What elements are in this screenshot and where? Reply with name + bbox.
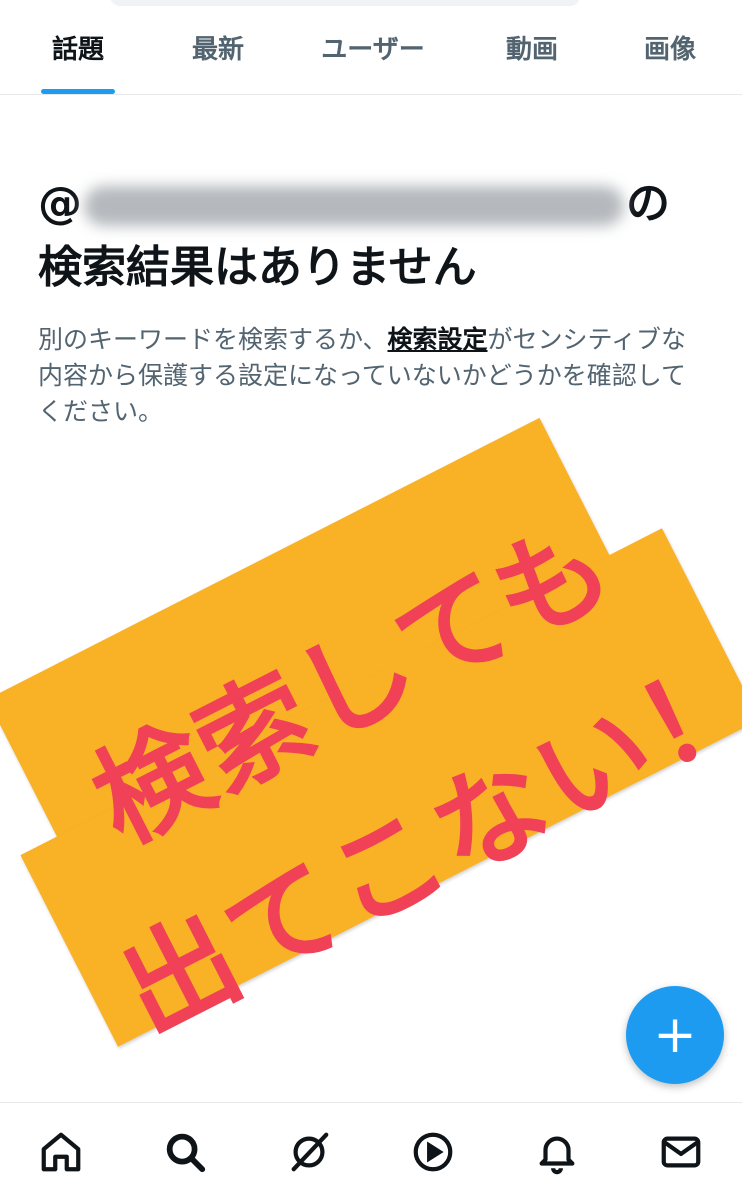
video-play-icon	[413, 1132, 453, 1171]
nav-notifications[interactable]	[520, 1115, 594, 1189]
nav-video[interactable]	[396, 1115, 470, 1189]
mail-icon	[661, 1135, 701, 1168]
tab-label: 動画	[505, 34, 558, 65]
spaces-icon	[291, 1132, 329, 1171]
screen: 話題 最新 ユーザー 動画 画像 @ の 検索結果はありません 別のキーワードを検…	[0, 0, 742, 1200]
search-settings-link[interactable]: 検索設定	[388, 325, 488, 354]
plus-icon: +	[653, 1005, 697, 1065]
tab-label: ユーザー	[321, 34, 425, 65]
empty-state-title-line1: @ の	[38, 172, 708, 236]
tab-top[interactable]: 話題	[0, 0, 156, 94]
empty-state-title-line2: 検索結果はありません	[38, 242, 477, 293]
nav-messages[interactable]	[644, 1115, 718, 1189]
bell-icon	[539, 1136, 575, 1174]
nav-spaces[interactable]	[272, 1115, 346, 1189]
tab-label: 最新	[191, 34, 244, 65]
bottom-navigation	[0, 1102, 742, 1200]
empty-state-message: 別のキーワードを検索するか、検索設定がセンシティブな内容から保護する設定になって…	[38, 322, 698, 430]
tab-people[interactable]: ユーザー	[280, 0, 466, 94]
empty-state-title: @ の 検索結果はありません	[38, 172, 708, 300]
search-tabs: 話題 最新 ユーザー 動画 画像	[0, 0, 742, 95]
tab-label: 画像	[643, 34, 696, 65]
home-icon	[41, 1132, 81, 1171]
tab-images[interactable]: 画像	[598, 0, 742, 94]
blurred-handle	[84, 186, 624, 226]
handle-suffix: の	[626, 178, 670, 229]
nav-explore[interactable]	[148, 1115, 222, 1189]
nav-home[interactable]	[24, 1115, 98, 1189]
message-text-before: 別のキーワードを検索するか、	[38, 325, 388, 354]
handle-prefix: @	[38, 178, 82, 229]
search-icon	[166, 1133, 206, 1172]
tab-videos[interactable]: 動画	[466, 0, 598, 94]
active-tab-indicator	[41, 89, 115, 94]
tab-label: 話題	[51, 34, 104, 65]
tab-latest[interactable]: 最新	[156, 0, 280, 94]
compose-button[interactable]: +	[626, 986, 724, 1084]
